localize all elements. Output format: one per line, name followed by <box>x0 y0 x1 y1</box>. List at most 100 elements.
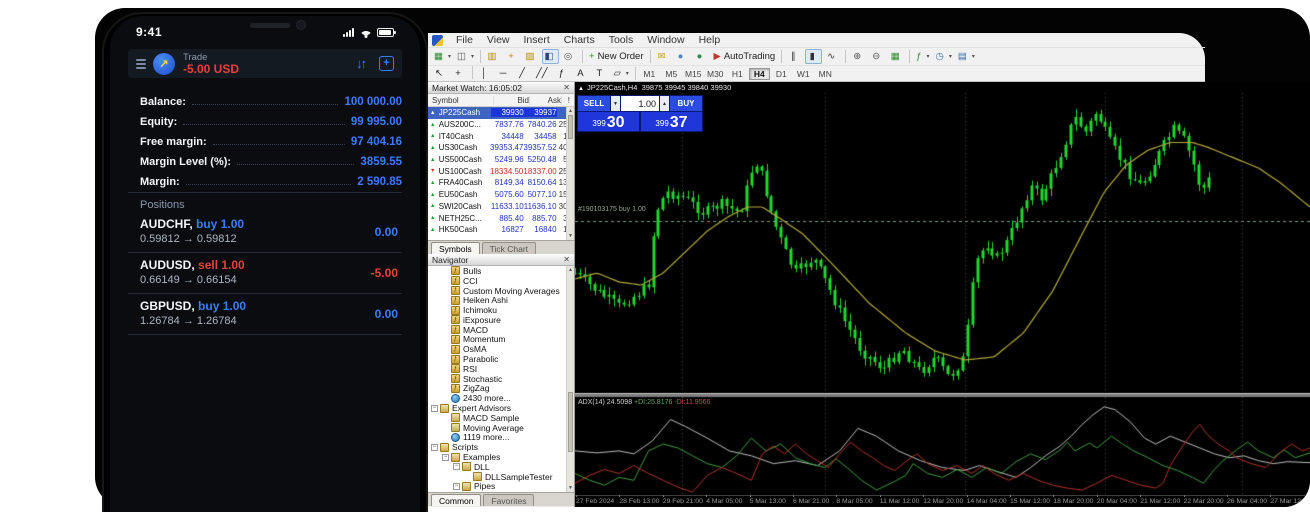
buy-price[interactable]: 399 37 <box>641 112 702 131</box>
navigator-item[interactable]: MACD Sample <box>428 413 574 423</box>
navigator-item[interactable]: ƒ Momentum <box>428 335 574 345</box>
bar-chart-mode-button[interactable]: ∥ <box>786 49 803 64</box>
navigator-item[interactable]: ƒ Ichimoku <box>428 305 574 315</box>
col-ask[interactable]: Ask <box>529 96 561 105</box>
col-symbol[interactable]: Symbol <box>430 96 493 105</box>
navigator-item[interactable]: ƒ Custom Moving Averages <box>428 286 574 296</box>
strategy-tester-toggle[interactable]: ◎ <box>561 49 578 64</box>
timeframe-button[interactable]: MN <box>815 68 836 80</box>
cursor-tool[interactable]: ↖ <box>432 66 449 81</box>
market-watch-row[interactable]: ▲ SWI20Cash 11633.10 11636.10 300 <box>428 201 574 213</box>
market-watch-toggle[interactable]: ▥ <box>485 49 502 64</box>
vertical-line-tool[interactable]: │ <box>477 66 494 81</box>
menu-item[interactable]: Help <box>692 34 728 46</box>
navigator-item[interactable]: − Pipes <box>428 482 574 492</box>
navigator-item[interactable]: ƒ CCI <box>428 276 574 286</box>
navigator-item[interactable]: ƒ iExposure <box>428 315 574 325</box>
indicators-button[interactable]: ƒ <box>914 49 931 64</box>
timeframe-button[interactable]: H1 <box>727 68 748 80</box>
volume-up-stepper[interactable]: ▲ <box>660 96 669 111</box>
tree-expander-icon[interactable]: − <box>453 463 460 470</box>
col-spread[interactable]: ! <box>561 96 572 105</box>
menu-item[interactable]: File <box>449 34 480 46</box>
sell-button[interactable]: SELL <box>578 96 610 111</box>
timeframe-button[interactable]: M1 <box>639 68 660 80</box>
templates-button[interactable]: ▤ <box>956 49 977 64</box>
timeframe-button[interactable]: D1 <box>771 68 792 80</box>
menu-item[interactable]: Window <box>640 34 691 46</box>
close-icon[interactable]: ✕ <box>563 84 570 92</box>
new-chart-button[interactable]: ▦ <box>432 49 453 64</box>
market-watch-row[interactable]: ▲ JP225Cash 39930 39937 7 <box>428 107 574 119</box>
candle-chart-mode-button[interactable]: ▮ <box>805 49 822 64</box>
terminal-toggle[interactable]: ◧ <box>542 49 559 64</box>
tab-common[interactable]: Common <box>431 494 481 506</box>
timeframe-button[interactable]: M30 <box>705 68 726 80</box>
volume-down-stepper[interactable]: ▼ <box>611 96 620 111</box>
line-chart-mode-button[interactable]: ∿ <box>824 49 841 64</box>
mailbox-icon[interactable]: ✉ <box>655 49 672 64</box>
navigator-item[interactable]: − Examples <box>428 452 574 462</box>
navigator-toggle[interactable]: ▨ <box>523 49 540 64</box>
fibonacci-tool[interactable]: ƒ <box>554 66 571 81</box>
position-row[interactable]: AUDUSD, sell 1.00 0.66149 → 0.66154 -5.0… <box>128 253 402 294</box>
profiles-button[interactable]: ◫ <box>455 49 476 64</box>
tile-windows-button[interactable]: ▦ <box>888 49 905 64</box>
navigator-item[interactable]: ƒ ZigZag <box>428 384 574 394</box>
community-icon[interactable]: ● <box>674 49 691 64</box>
navigator-item[interactable]: ƒ Stochastic <box>428 374 574 384</box>
market-watch-row[interactable]: ▲ US30Cash 39353.47 39357.52 405 <box>428 142 574 154</box>
channel-tool[interactable]: ╱╱ <box>534 66 552 81</box>
text-tool[interactable]: A <box>573 66 590 81</box>
label-tool[interactable]: T <box>592 66 609 81</box>
market-watch-row[interactable]: ▲ AUS200C... 7837.76 7840.26 250 <box>428 119 574 131</box>
timeframe-button[interactable]: W1 <box>793 68 814 80</box>
chart-collapse-icon[interactable]: ▲ <box>578 86 584 92</box>
navigator-item[interactable]: ƒ Heiken Ashi <box>428 295 574 305</box>
timeframe-button[interactable]: M5 <box>661 68 682 80</box>
market-watch-row[interactable]: ▲ FRA40Cash 8149.34 8150.64 130 <box>428 177 574 189</box>
navigator-scrollbar[interactable]: ▲▼ <box>566 266 574 492</box>
shapes-tool[interactable]: ▱ <box>611 66 630 81</box>
navigator-item[interactable]: ƒ MACD <box>428 325 574 335</box>
tab-symbols[interactable]: Symbols <box>431 242 480 254</box>
navigator-item[interactable]: − Scripts <box>428 442 574 452</box>
close-icon[interactable]: ✕ <box>563 256 570 264</box>
volume-field[interactable]: 1.00 <box>621 96 659 111</box>
tree-expander-icon[interactable]: − <box>453 483 460 490</box>
sort-icon[interactable]: ↓↑ <box>356 56 365 71</box>
market-watch-row[interactable]: ▲ HK50Cash 16827 16840 13 <box>428 224 574 236</box>
market-watch-row[interactable]: ▲ IT40Cash 34448 34458 10 <box>428 130 574 142</box>
candlestick-canvas[interactable] <box>575 93 1310 495</box>
menu-icon[interactable] <box>136 59 146 69</box>
menu-item[interactable]: Charts <box>557 34 602 46</box>
menu-item[interactable]: View <box>480 34 517 46</box>
mql5-globe-icon[interactable]: ● <box>693 49 710 64</box>
chart-area[interactable]: ▲JP225Cash,H4 39875 39945 39840 39930 SE… <box>575 82 1310 507</box>
periods-button[interactable]: ◷ <box>934 49 954 64</box>
navigator-item[interactable]: − Expert Advisors <box>428 403 574 413</box>
navigator-item[interactable]: ƒ Bulls <box>428 266 574 276</box>
horizontal-line-tool[interactable]: ─ <box>496 66 513 81</box>
position-row[interactable]: AUDCHF, buy 1.00 0.59812 → 0.59812 0.00 <box>128 212 402 253</box>
market-watch-row[interactable]: ▲ US500Cash 5249.96 5250.48 52 <box>428 154 574 166</box>
timeframe-button[interactable]: M15 <box>683 68 704 80</box>
navigator-item[interactable]: 1119 more... <box>428 433 574 443</box>
menu-item[interactable]: Tools <box>602 34 641 46</box>
navigator-item[interactable]: Moving Average <box>428 423 574 433</box>
menu-item[interactable]: Insert <box>517 34 557 46</box>
tab-favorites[interactable]: Favorites <box>483 494 534 506</box>
tree-expander-icon[interactable]: − <box>431 444 438 451</box>
open-order-label[interactable]: #190103175 buy 1.00 <box>578 206 646 213</box>
col-bid[interactable]: Bid <box>493 96 529 105</box>
tree-expander-icon[interactable]: − <box>442 454 449 461</box>
navigator-item[interactable]: ƒ RSI <box>428 364 574 374</box>
navigator-item[interactable]: DLLSampleTester <box>428 472 574 482</box>
market-watch-row[interactable]: ▼ US100Cash 18334.50 18337.00 250 <box>428 165 574 177</box>
sell-price[interactable]: 399 30 <box>578 112 639 131</box>
trendline-tool[interactable]: ╱ <box>515 66 532 81</box>
timeframe-button[interactable]: H4 <box>749 68 770 80</box>
autotrading-button[interactable]: ▶AutoTrading <box>712 49 778 64</box>
market-watch-row[interactable]: ▲ NETH25C... 885.40 885.70 30 <box>428 212 574 224</box>
buy-button[interactable]: BUY <box>670 96 702 111</box>
